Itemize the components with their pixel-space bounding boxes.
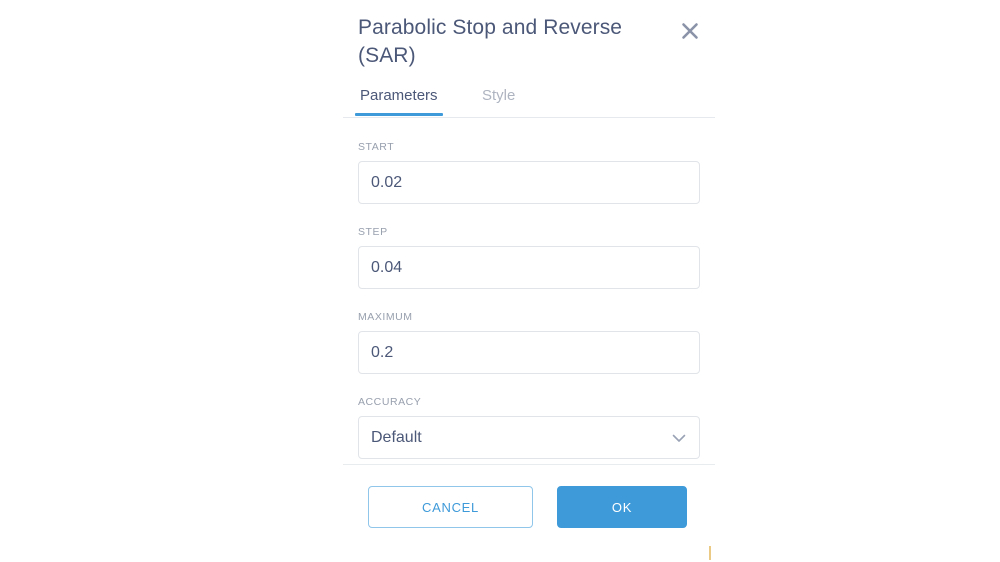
maximum-input-value: 0.2 <box>371 343 394 361</box>
start-input[interactable]: 0.02 <box>358 161 700 204</box>
field-maximum: MAXIMUM 0.2 <box>358 311 700 374</box>
field-label-start: START <box>358 141 395 153</box>
footer-buttons: CANCEL OK <box>358 465 700 528</box>
render-artifact <box>709 546 711 560</box>
dialog-footer: CANCEL OK <box>343 464 715 528</box>
field-label-step: STEP <box>358 226 388 238</box>
dialog-tabs: Parameters Style <box>343 86 715 118</box>
accuracy-select[interactable]: Default <box>358 416 700 459</box>
ok-button[interactable]: OK <box>557 486 687 528</box>
field-accuracy: ACCURACY Default <box>358 396 700 459</box>
dialog-header: Parabolic Stop and Reverse (SAR) <box>343 0 715 70</box>
field-start: START 0.02 <box>358 141 700 204</box>
start-input-value: 0.02 <box>371 173 403 191</box>
field-step: STEP 0.04 <box>358 226 700 289</box>
tab-parameters[interactable]: Parameters <box>355 86 443 116</box>
accuracy-select-value: Default <box>371 428 422 446</box>
cancel-button[interactable]: CANCEL <box>368 486 533 528</box>
screen-root: Parabolic Stop and Reverse (SAR) Paramet… <box>0 0 1000 562</box>
field-label-maximum: MAXIMUM <box>358 311 413 323</box>
tab-style[interactable]: Style <box>480 86 517 116</box>
step-input[interactable]: 0.04 <box>358 246 700 289</box>
page-title: Parabolic Stop and Reverse (SAR) <box>358 16 623 67</box>
indicator-settings-dialog: Parabolic Stop and Reverse (SAR) Paramet… <box>343 0 715 562</box>
step-input-value: 0.04 <box>371 258 403 276</box>
close-icon[interactable] <box>675 16 705 46</box>
maximum-input[interactable]: 0.2 <box>358 331 700 374</box>
dialog-body: START 0.02 STEP 0.04 MAXIMUM 0.2 ACCURAC… <box>343 141 715 459</box>
chevron-down-icon[interactable] <box>670 429 688 447</box>
field-label-accuracy: ACCURACY <box>358 396 422 408</box>
